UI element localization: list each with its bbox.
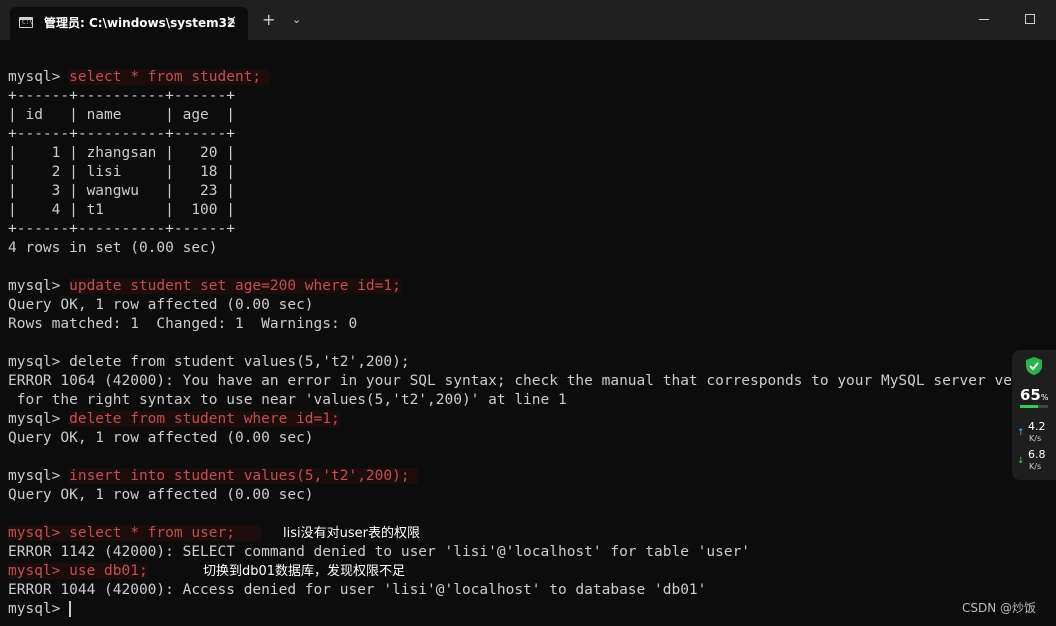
command: update student set age=200 where id=1;	[69, 278, 401, 294]
upload-arrow-icon: ↑	[1017, 428, 1025, 438]
maximize-button[interactable]	[1025, 14, 1035, 24]
terminal-line: +------+----------+------+	[8, 221, 235, 237]
close-tab-icon[interactable]: ✕	[226, 14, 237, 30]
terminal-output[interactable]: mysql> select * from student; +------+--…	[8, 68, 1056, 626]
command: delete from student where id=1;	[69, 411, 340, 427]
percent-unit: %	[1040, 393, 1049, 402]
chevron-down-icon[interactable]: ⌄	[292, 12, 301, 28]
usage-bar	[1020, 405, 1048, 408]
prompt: mysql>	[8, 525, 70, 541]
terminal-line: Query OK, 1 row affected (0.00 sec)	[8, 297, 314, 313]
prompt: mysql>	[8, 601, 70, 617]
watermark: CSDN @炒饭	[962, 601, 1037, 615]
terminal-line: Rows matched: 1 Changed: 1 Warnings: 0	[8, 316, 358, 332]
cpu-percent: 65%	[1020, 386, 1048, 407]
prompt: mysql>	[8, 563, 70, 579]
terminal-line: mysql> select * from user; lisi没有对user表的…	[8, 524, 1056, 543]
terminal-line: Query OK, 1 row affected (0.00 sec)	[8, 487, 314, 503]
terminal-line: mysql> delete from student where id=1;	[8, 410, 1056, 429]
upload-speed: 4.2	[1028, 420, 1046, 433]
usage-bar-fill	[1020, 405, 1039, 408]
terminal-line: mysql> update student set age=200 where …	[8, 277, 1056, 296]
terminal-line: | 2 | lisi | 18 |	[8, 164, 235, 180]
download-speed: 6.8	[1028, 448, 1046, 461]
prompt: mysql>	[8, 69, 70, 85]
terminal-line: +------+----------+------+	[8, 88, 235, 104]
percent-value: 65	[1020, 386, 1041, 404]
terminal-line: | 4 | t1 | 100 |	[8, 202, 235, 218]
terminal-icon: C:\	[19, 17, 33, 28]
terminal-line: mysql> use db01; 切换到db01数据库，发现权限不足	[8, 562, 1056, 581]
terminal-line: Query OK, 1 row affected (0.00 sec)	[8, 430, 314, 446]
terminal-line: +------+----------+------+	[8, 126, 235, 142]
terminal-line: for the right syntax to use near 'values…	[8, 392, 567, 408]
text-cursor[interactable]	[69, 601, 72, 617]
minimize-button[interactable]	[979, 19, 989, 20]
terminal-line: | 1 | zhangsan | 20 |	[8, 145, 235, 161]
title-bar: C:\ 管理员: C:\windows\system32 ✕ + ⌄	[0, 0, 1056, 40]
annotation-note: 切换到db01数据库，发现权限不足	[203, 564, 406, 579]
new-tab-button[interactable]: +	[262, 12, 275, 28]
command: select * from student;	[69, 69, 270, 85]
terminal-line: ERROR 1142 (42000): SELECT command denie…	[8, 544, 751, 560]
terminal-line: mysql> insert into student values(5,'t2'…	[8, 467, 1056, 486]
terminal-line: 4 rows in set (0.00 sec)	[8, 240, 218, 256]
terminal-tab[interactable]: C:\ 管理员: C:\windows\system32 ✕	[10, 7, 248, 40]
network-monitor-widget[interactable]: 65% ↑ 4.2 K/s ↓ 6.8 K/s	[1012, 350, 1056, 480]
terminal-line: mysql> select * from student;	[8, 68, 1056, 87]
prompt: mysql>	[8, 468, 70, 484]
command: insert into student values(5,'t2',200);	[69, 468, 419, 484]
terminal-line: mysql>	[8, 600, 1056, 619]
command: select * from user;	[69, 525, 262, 541]
prompt: mysql>	[8, 278, 70, 294]
prompt: mysql>	[8, 354, 70, 370]
prompt: mysql>	[8, 411, 70, 427]
command: delete from student values(5,'t2',200);	[69, 354, 410, 370]
terminal-line: ERROR 1064 (42000): You have an error in…	[8, 373, 1030, 389]
tab-title: 管理员: C:\windows\system32	[44, 16, 236, 30]
terminal-line: | id | name | age |	[8, 107, 235, 123]
download-unit: K/s	[1029, 462, 1042, 471]
terminal-line: mysql> delete from student values(5,'t2'…	[8, 353, 1056, 372]
command: use db01;	[69, 563, 148, 579]
terminal-line: ERROR 1044 (42000): Access denied for us…	[8, 582, 707, 598]
upload-unit: K/s	[1029, 434, 1042, 443]
shield-icon	[1026, 357, 1042, 375]
terminal-line: | 3 | wangwu | 23 |	[8, 183, 235, 199]
annotation-note: lisi没有对user表的权限	[283, 526, 420, 541]
download-arrow-icon: ↓	[1017, 456, 1025, 466]
